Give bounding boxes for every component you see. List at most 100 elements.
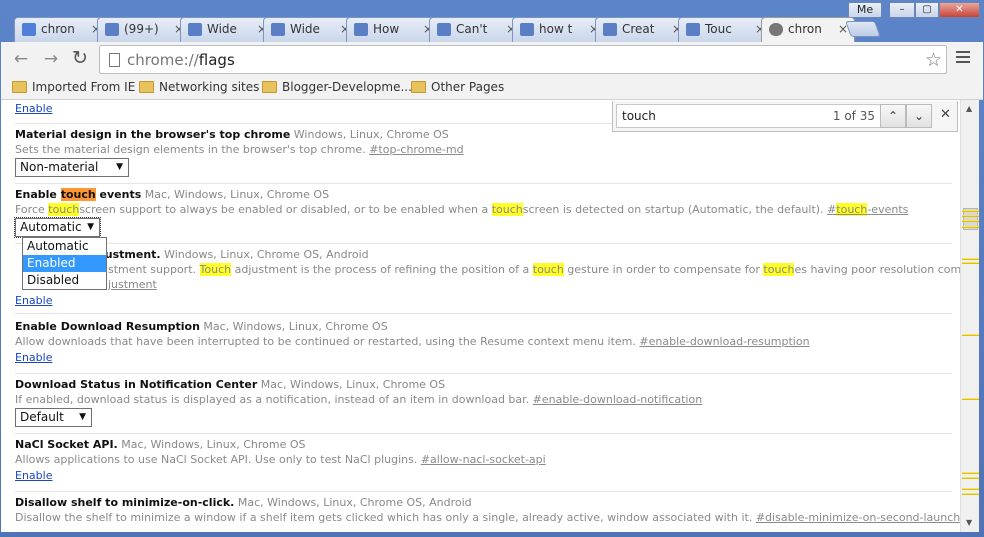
experiment-platforms: Windows, Linux, Chrome OS, Android [164, 248, 369, 261]
toolbar: ← → ↻ chrome://flags ☆ [1, 42, 983, 76]
tab-1[interactable]: (99+) × [97, 17, 191, 42]
experiment-name: justment. [101, 248, 161, 261]
experiment-platforms: Mac, Windows, Linux, Chrome OS [203, 320, 388, 333]
tab-0[interactable]: chron × [14, 17, 108, 42]
experiment-platforms: Mac, Windows, Linux, Chrome OS, Android [237, 496, 472, 509]
experiment-anchor[interactable]: #top-chrome-md [369, 143, 463, 156]
match-tick [962, 215, 979, 217]
option-disabled[interactable]: Disabled [23, 272, 106, 289]
experiment-top-chrome-md: Material design in the browser's top chr… [15, 128, 952, 184]
forum-icon [105, 23, 119, 36]
experiment-name: Enable Download Resumption [15, 320, 200, 333]
tab-6[interactable]: how t × [512, 17, 606, 42]
match-tick [962, 493, 979, 495]
option-automatic[interactable]: Automatic [23, 238, 106, 255]
experiment-download-notification: Download Status in Notification Center M… [15, 378, 952, 434]
enable-link[interactable]: Enable [15, 294, 952, 307]
experiment-platforms: Mac, Windows, Linux, Chrome OS [121, 438, 306, 451]
match-tick [962, 472, 979, 474]
enable-link[interactable]: Enable [15, 469, 952, 482]
folder-icon [411, 81, 426, 93]
download-notification-select[interactable]: Default ▼ [15, 408, 92, 427]
address-bar[interactable]: chrome://flags ☆ [99, 45, 947, 74]
experiment-anchor[interactable]: #enable-download-resumption [639, 335, 809, 348]
match-tick [962, 258, 979, 260]
experiment-anchor[interactable]: #enable-download-notification [533, 393, 703, 406]
tab-strip: chron × (99+) × Wide × Wide × How × Can'… [0, 14, 984, 43]
touch-events-select[interactable]: Automatic ▼ [14, 217, 101, 238]
bookmarks-bar: Imported From IE Networking sites Blogge… [1, 76, 983, 100]
find-previous-button[interactable]: ⌃ [880, 104, 906, 128]
experiment-anchor[interactable]: #disable-minimize-on-second-launcher-ite… [756, 511, 960, 524]
find-close-icon[interactable]: ✕ [940, 107, 951, 122]
tab-4[interactable]: How × [346, 17, 440, 42]
menu-icon[interactable] [956, 51, 970, 66]
match-tick [962, 262, 979, 264]
new-tab-button[interactable] [845, 21, 881, 37]
forum-icon [603, 23, 617, 36]
tab-3[interactable]: Wide × [263, 17, 357, 42]
experiment-name: Disallow shelf to minimize-on-click. [15, 496, 235, 509]
experiment-touch-adjustment: justment. Windows, Linux, Chrome OS, And… [15, 248, 960, 314]
match-tick [962, 477, 979, 479]
folder-icon [139, 81, 154, 93]
chevron-down-icon: ⌄ [913, 109, 925, 123]
experiment-name: Material design in the browser's top chr… [15, 128, 291, 141]
find-bar: touch 1 of 35 ⌃ ⌄ ✕ [612, 101, 958, 132]
reload-button[interactable]: ↻ [69, 47, 91, 69]
chevron-up-icon: ⌃ [887, 109, 899, 123]
match-tick [962, 334, 979, 336]
scroll-down-icon[interactable]: ▼ [966, 518, 972, 527]
flags-page: Enable Material design in the browser's … [1, 100, 960, 532]
tab-label: Wide [207, 22, 237, 36]
experiment-name: NaCl Socket API. [15, 438, 118, 451]
match-tick [962, 398, 979, 400]
tab-label: Creat [622, 22, 655, 36]
top-chrome-md-select[interactable]: Non-material ▼ [15, 158, 129, 177]
match-tick [962, 210, 979, 212]
experiment-anchor[interactable]: djustment [101, 278, 157, 291]
forum-icon [188, 23, 202, 36]
tab-8[interactable]: Touc × [678, 17, 772, 42]
tab-2[interactable]: Wide × [180, 17, 274, 42]
experiment-disallow-shelf: Disallow shelf to minimize-on-click. Mac… [15, 496, 960, 532]
forum-icon [520, 23, 534, 36]
forum-icon [686, 23, 700, 36]
url-text[interactable]: chrome://flags [127, 51, 235, 69]
tab-label: Can't [456, 22, 488, 36]
tab-9-active[interactable]: chron × [761, 17, 855, 43]
bookmark-folder-blogger[interactable]: Blogger-Developme... [262, 79, 412, 95]
find-count: 1 of 35 [832, 109, 875, 123]
experiment-name: Enable touch events [15, 188, 142, 201]
bookmark-folder-other[interactable]: Other Pages [411, 79, 504, 95]
forward-button[interactable]: → [40, 49, 62, 69]
experiment-download-resumption: Enable Download Resumption Mac, Windows,… [15, 320, 952, 374]
back-button[interactable]: ← [10, 49, 32, 69]
tab-label: chron [41, 22, 75, 36]
tab-label: (99+) [124, 22, 159, 36]
vertical-scrollbar[interactable]: ▲ ▼ [960, 100, 979, 532]
scroll-up-icon[interactable]: ▲ [966, 104, 972, 113]
enable-link[interactable]: Enable [15, 351, 952, 364]
experiment-anchor[interactable]: #touch-events [827, 203, 908, 216]
match-tick [962, 220, 979, 222]
experiment-anchor[interactable]: #allow-nacl-socket-api [421, 453, 546, 466]
touch-events-dropdown: Automatic Enabled Disabled [22, 237, 107, 290]
bookmark-folder-networking[interactable]: Networking sites [139, 79, 259, 95]
tab-7[interactable]: Creat × [595, 17, 689, 42]
bookmark-folder-imported[interactable]: Imported From IE [12, 79, 135, 95]
forum-icon [437, 23, 451, 36]
tab-5[interactable]: Can't × [429, 17, 523, 42]
page-icon [109, 53, 120, 67]
option-enabled[interactable]: Enabled [23, 255, 106, 272]
tab-label: chron [788, 22, 822, 36]
experiment-name: Download Status in Notification Center [15, 378, 258, 391]
experiment-platforms: Windows, Linux, Chrome OS [293, 128, 449, 141]
experiment-platforms: Mac, Windows, Linux, Chrome OS [144, 188, 330, 201]
find-next-button[interactable]: ⌄ [906, 104, 932, 128]
tab-label: How [373, 22, 400, 36]
browser-window: Me – ▢ ✕ chron × (99+) × Wide × Wide × H… [0, 0, 984, 537]
bookmark-star-icon[interactable]: ☆ [925, 49, 942, 71]
find-input[interactable]: touch 1 of 35 [616, 104, 881, 128]
tab-label: Touc [705, 22, 732, 36]
